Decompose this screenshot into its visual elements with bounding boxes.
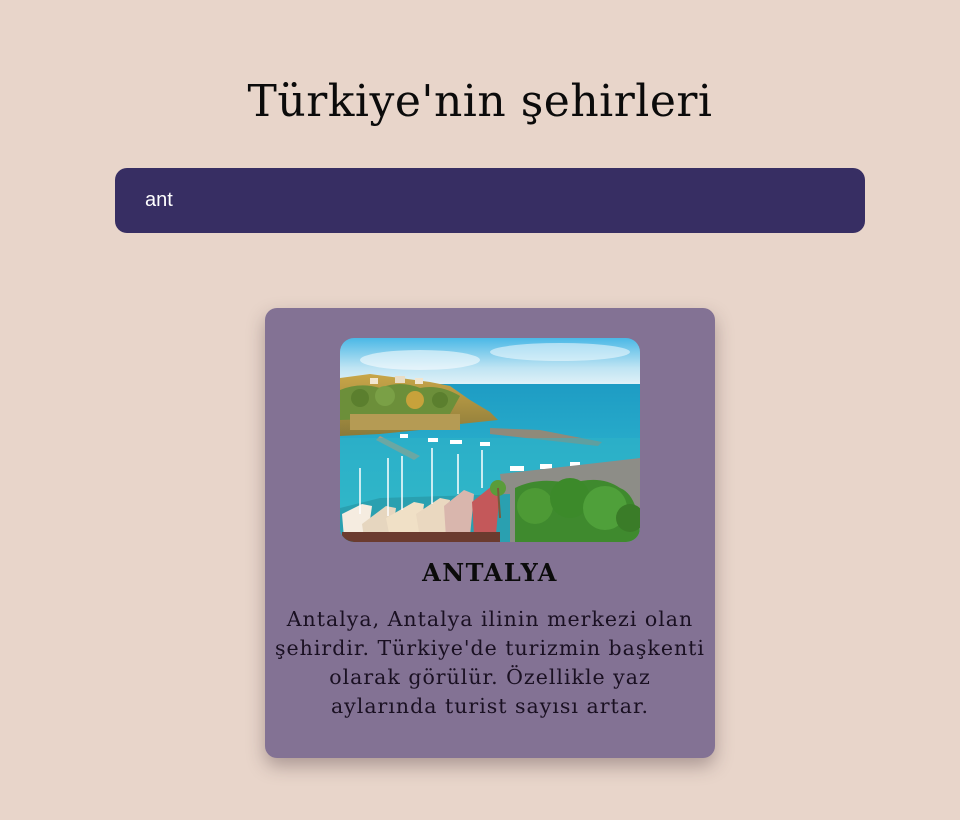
search-input[interactable] <box>115 168 865 233</box>
city-card[interactable]: ANTALYA Antalya, Antalya ilinin merkezi … <box>265 308 715 758</box>
search-box <box>115 168 865 233</box>
page-title: Türkiye'nin şehirleri <box>247 76 713 127</box>
city-name: ANTALYA <box>422 558 558 587</box>
city-description: Antalya, Antalya ilinin merkezi olan şeh… <box>275 607 705 718</box>
city-image <box>340 338 640 542</box>
